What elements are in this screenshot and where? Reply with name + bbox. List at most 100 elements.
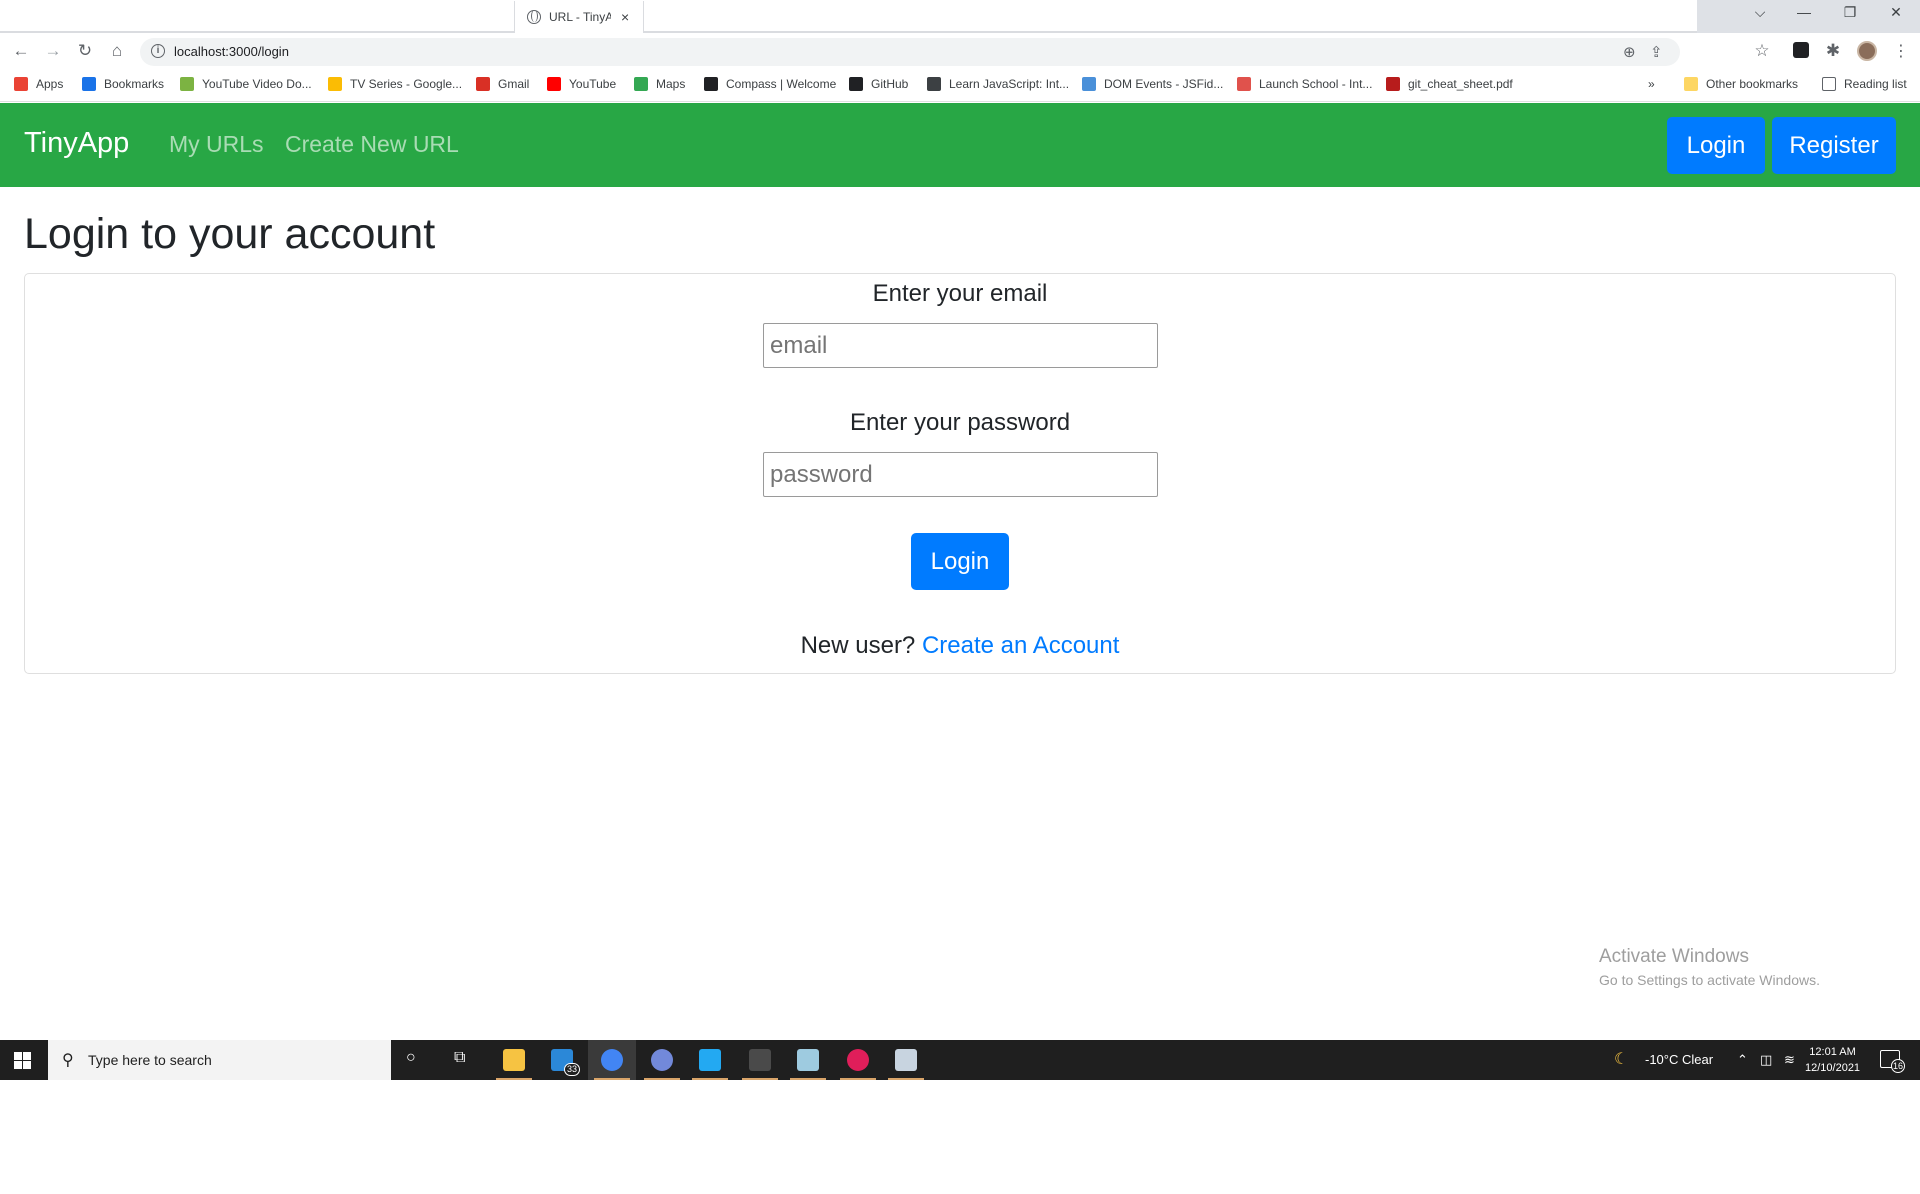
minimize-icon[interactable]: — (1784, 4, 1824, 20)
url-text: localhost:3000/login (174, 44, 289, 59)
bookmark-item[interactable]: Learn JavaScript: Int... (927, 77, 1069, 91)
taskbar-app-vscode[interactable] (686, 1040, 734, 1080)
navbar-login-button[interactable]: Login (1667, 117, 1765, 174)
new-user-text: New user? (800, 632, 916, 659)
nav-link-my-urls[interactable]: My URLs (169, 131, 264, 158)
taskbar-app-notes[interactable] (784, 1040, 832, 1080)
email-label: Enter your email (872, 280, 1048, 307)
bookmark-favicon-icon (634, 77, 648, 91)
vscode-icon (699, 1049, 721, 1071)
restore-icon[interactable]: ❐ (1830, 4, 1870, 21)
bookmark-label: YouTube Video Do... (202, 77, 312, 91)
reading-list-label: Reading list (1844, 77, 1907, 91)
bookmark-item[interactable]: Gmail (476, 77, 529, 91)
bookmark-star-icon[interactable]: ☆ (1751, 41, 1773, 61)
tab-search-dropdown-icon[interactable]: ⌵ (1740, 4, 1780, 21)
home-icon[interactable]: ⌂ (106, 41, 128, 61)
window-close-icon[interactable]: ✕ (1876, 4, 1916, 21)
profile-avatar[interactable] (1857, 41, 1877, 61)
reading-list-icon (1822, 77, 1836, 91)
nav-link-create-new-url[interactable]: Create New URL (285, 131, 459, 158)
bookmark-item[interactable]: Launch School - Int... (1237, 77, 1372, 91)
back-icon[interactable]: ← (10, 41, 32, 61)
weather-moon-icon: ☾ (1614, 1051, 1629, 1068)
bookmark-label: TV Series - Google... (350, 77, 463, 91)
taskbar-app-slack[interactable] (834, 1040, 882, 1080)
extensions-puzzle-icon[interactable]: ✱ (1822, 41, 1844, 61)
bookmark-favicon-icon (1386, 77, 1400, 91)
notification-center-icon[interactable]: 16 (1880, 1050, 1905, 1073)
paint-icon (895, 1049, 917, 1071)
windows-start-icon[interactable] (14, 1052, 31, 1069)
login-submit-button[interactable]: Login (911, 533, 1009, 590)
bookmark-item[interactable]: YouTube (547, 77, 616, 91)
bookmark-item[interactable]: Compass | Welcome (704, 77, 836, 91)
bookmark-item[interactable]: Apps (14, 77, 63, 91)
show-hidden-icons-icon[interactable]: ⌃ (1737, 1052, 1748, 1068)
bookmark-favicon-icon (14, 77, 28, 91)
bookmark-label: git_cheat_sheet.pdf (1408, 77, 1513, 91)
bookmark-favicon-icon (927, 77, 941, 91)
zoom-icon[interactable]: ⊕ (1623, 43, 1636, 61)
share-icon[interactable]: ⇪ (1650, 43, 1663, 61)
taskbar-clock[interactable]: 12:01 AM 12/10/2021 (1805, 1044, 1860, 1076)
taskbar-app-mail[interactable]: 33 (538, 1040, 586, 1080)
navbar-register-button[interactable]: Register (1772, 117, 1896, 174)
terminal-icon (749, 1049, 771, 1071)
taskbar-app-file-explorer[interactable] (490, 1040, 538, 1080)
bookmark-item[interactable]: TV Series - Google... (328, 77, 462, 91)
bookmark-item[interactable]: Bookmarks (82, 77, 164, 91)
app-navbar: TinyApp My URLs Create New URL Login Reg… (0, 103, 1920, 187)
bookmarks-overflow-icon[interactable]: » (1648, 77, 1655, 91)
bookmark-favicon-icon (849, 77, 863, 91)
weather-text[interactable]: -10°C Clear (1645, 1052, 1713, 1067)
activate-windows-subtitle: Go to Settings to activate Windows. (1599, 972, 1820, 988)
taskbar-search-box[interactable]: ⚲ Type here to search (48, 1040, 391, 1080)
bookmark-favicon-icon (704, 77, 718, 91)
bookmark-item[interactable]: git_cheat_sheet.pdf (1386, 77, 1513, 91)
taskbar-app-terminal[interactable] (736, 1040, 784, 1080)
email-field[interactable] (763, 323, 1158, 368)
task-view-icon[interactable]: ⧉ (454, 1049, 465, 1067)
password-field[interactable] (763, 452, 1158, 497)
cortana-icon[interactable]: ○ (406, 1049, 416, 1067)
taskbar-app-discord[interactable] (638, 1040, 686, 1080)
create-account-link[interactable]: Create an Account (922, 632, 1119, 659)
file-explorer-icon (503, 1049, 525, 1071)
reload-icon[interactable]: ↻ (74, 41, 96, 61)
bookmark-item[interactable]: Maps (634, 77, 685, 91)
extension-icon[interactable] (1793, 42, 1809, 58)
slack-icon (847, 1049, 869, 1071)
bookmark-label: Learn JavaScript: Int... (949, 77, 1070, 91)
bookmark-label: DOM Events - JSFid... (1104, 77, 1224, 91)
brand-logo[interactable]: TinyApp (24, 127, 129, 160)
tab-title: URL - TinyApp (549, 10, 611, 24)
bookmark-favicon-icon (547, 77, 561, 91)
password-label: Enter your password (849, 409, 1071, 436)
taskbar-search-placeholder: Type here to search (88, 1052, 212, 1068)
bookmark-item[interactable]: YouTube Video Do... (180, 77, 312, 91)
tab-close-icon[interactable]: × (621, 9, 629, 25)
bookmark-label: Bookmarks (104, 77, 165, 91)
site-info-icon[interactable]: i (151, 44, 165, 58)
discord-icon (651, 1049, 673, 1071)
reading-list[interactable]: Reading list (1822, 77, 1907, 91)
taskbar-app-paint[interactable] (882, 1040, 930, 1080)
other-bookmarks-label: Other bookmarks (1706, 77, 1799, 91)
bookmark-item[interactable]: DOM Events - JSFid... (1082, 77, 1223, 91)
network-icon[interactable]: ◫ (1760, 1052, 1772, 1068)
taskbar-app-chrome[interactable] (588, 1040, 636, 1080)
globe-icon (527, 10, 541, 24)
forward-icon[interactable]: → (42, 41, 64, 61)
browser-menu-icon[interactable]: ⋮ (1893, 41, 1909, 61)
wifi-icon[interactable]: ≋ (1784, 1052, 1795, 1068)
login-form-card: Enter your email Enter your password Log… (24, 273, 1896, 674)
bookmark-favicon-icon (180, 77, 194, 91)
browser-tab-active[interactable]: URL - TinyApp × (514, 1, 644, 33)
bookmark-favicon-icon (82, 77, 96, 91)
notes-icon (797, 1049, 819, 1071)
other-bookmarks[interactable]: Other bookmarks (1684, 77, 1798, 91)
mail-badge: 33 (563, 1063, 580, 1076)
address-bar[interactable]: i localhost:3000/login ⊕ ⇪ (140, 38, 1680, 66)
bookmark-item[interactable]: GitHub (849, 77, 908, 91)
